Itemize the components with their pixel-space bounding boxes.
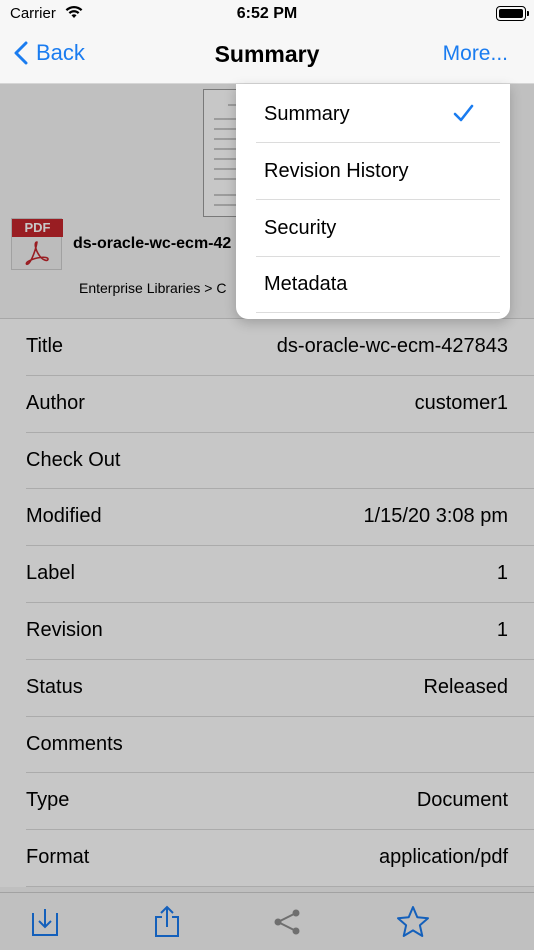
status-bar: Carrier 6:52 PM: [0, 0, 534, 28]
menu-item-summary[interactable]: Summary: [236, 86, 510, 143]
menu-item-metadata[interactable]: Metadata: [236, 256, 510, 313]
menu-item-label: Security: [264, 217, 337, 239]
menu-item-security[interactable]: Security: [236, 200, 510, 257]
menu-item-revision-history[interactable]: Revision History: [236, 143, 510, 200]
menu-item-label: Metadata: [264, 273, 348, 295]
menu-item-label: Summary: [264, 103, 350, 125]
battery-icon: [496, 6, 529, 21]
more-button[interactable]: More...: [443, 42, 508, 66]
more-menu-popover: Summary Revision History Security Metada…: [236, 84, 510, 319]
checkmark-icon: [452, 102, 474, 129]
divider: [256, 312, 500, 313]
navigation-bar: Back Summary More...: [0, 28, 534, 84]
clock: 6:52 PM: [236, 5, 298, 22]
menu-item-label: Revision History: [264, 160, 409, 182]
